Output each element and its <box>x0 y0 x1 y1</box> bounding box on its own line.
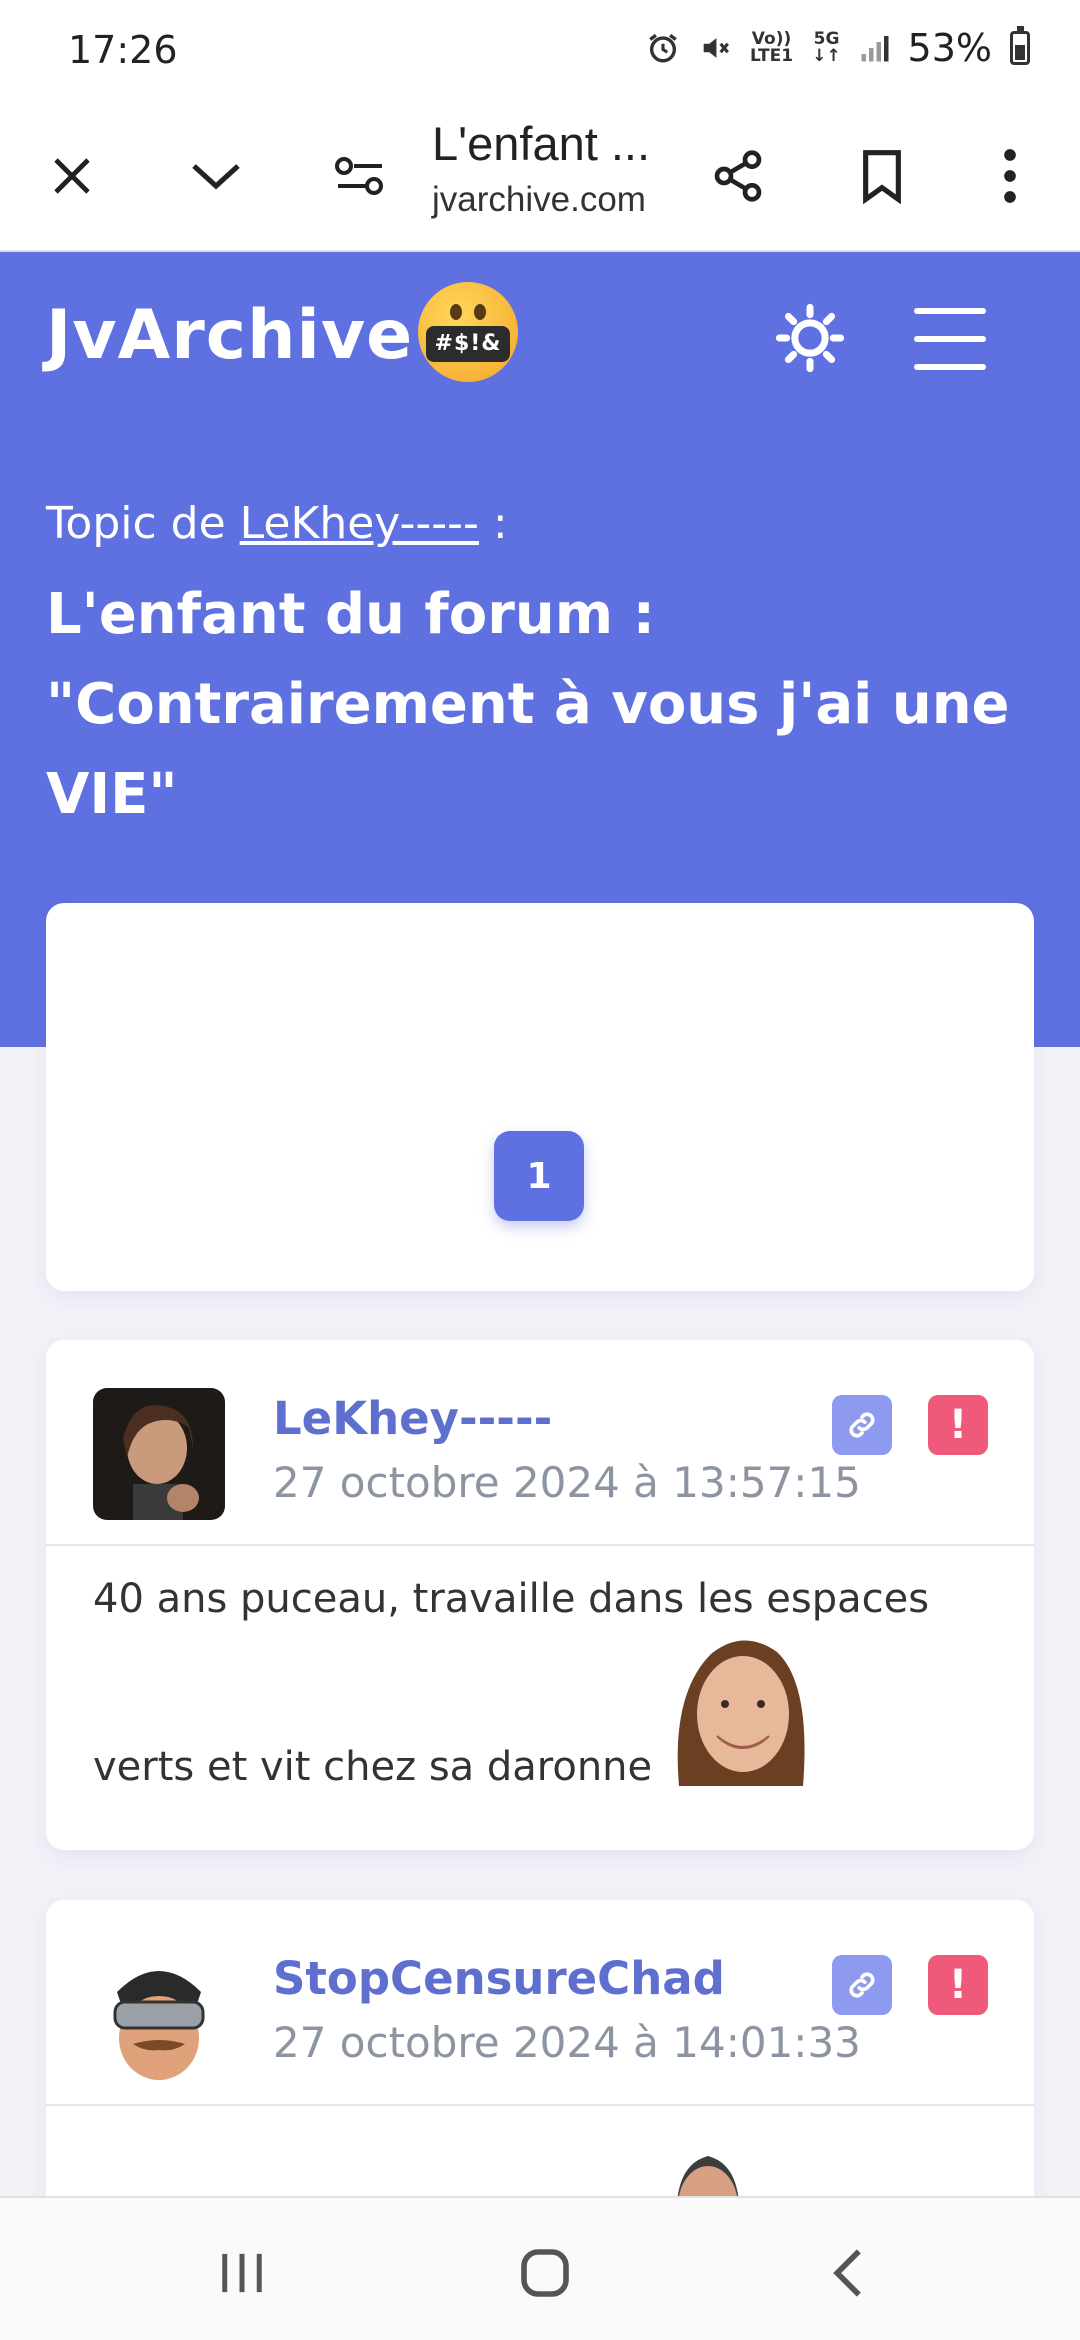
emoji-symbols: #$!& <box>426 326 510 362</box>
minimize-button[interactable] <box>176 136 256 216</box>
more-vert-icon <box>1004 149 1016 203</box>
status-icons: Vo)) LTE1 5G ↓↑ 53% <box>646 26 1030 70</box>
menu-line <box>914 308 986 314</box>
topic-prefix: Topic de <box>46 498 226 549</box>
post-text-line: verts et vit chez sa daronne <box>93 1744 653 1790</box>
bookmark-icon <box>863 150 901 204</box>
close-tab-button[interactable] <box>32 136 112 216</box>
topic-author-link[interactable]: LeKhey----- <box>240 498 479 549</box>
share-icon <box>714 150 762 202</box>
post-card: StopCensureChad 27 octobre 2024 à 14:01:… <box>46 1900 1034 2236</box>
sticker-image <box>661 1634 825 1786</box>
home-button[interactable] <box>505 2238 585 2308</box>
browser-toolbar: L'enfant ... jvarchive.com <box>0 100 1080 252</box>
post-date: 27 octobre 2024 à 13:57:15 <box>273 1458 861 1507</box>
recents-icon <box>222 2253 262 2293</box>
tab-title[interactable]: L'enfant ... <box>432 116 650 171</box>
report-button[interactable]: ! <box>928 1395 988 1455</box>
battery-fill <box>1015 45 1025 60</box>
page-button-current[interactable]: 1 <box>494 1131 584 1221</box>
signal-icon <box>860 33 890 63</box>
more-options-button[interactable] <box>970 136 1050 216</box>
avatar[interactable] <box>93 1388 225 1520</box>
topic-suffix: : <box>478 498 508 549</box>
chevron-down-icon <box>192 164 240 190</box>
avatar[interactable] <box>93 1948 225 2080</box>
post-header: LeKhey----- 27 octobre 2024 à 13:57:15 ! <box>46 1340 1034 1546</box>
link-icon <box>849 1972 875 1998</box>
theme-toggle-button[interactable] <box>770 298 850 378</box>
battery-icon <box>1010 26 1030 65</box>
close-icon <box>54 158 90 194</box>
recent-apps-button[interactable] <box>202 2238 282 2308</box>
battery-percent: 53% <box>907 26 992 70</box>
5g-icon: 5G ↓↑ <box>812 31 842 65</box>
data-arrows-icon: ↓↑ <box>812 46 841 66</box>
hamburger-menu-button[interactable] <box>910 304 990 374</box>
permalink-button[interactable] <box>832 1955 892 2015</box>
menu-line <box>914 364 986 370</box>
home-icon <box>521 2249 569 2297</box>
back-button[interactable] <box>808 2238 888 2308</box>
alarm-icon <box>646 31 680 65</box>
url-bar[interactable]: jvarchive.com <box>432 180 646 220</box>
sun-icon <box>775 303 845 373</box>
emoji-eye-left <box>450 304 462 320</box>
back-icon <box>833 2249 861 2297</box>
swearing-emoji-icon: #$!& <box>418 282 518 382</box>
status-bar: 17:26 Vo)) LTE1 5G ↓↑ 53% <box>0 0 1080 100</box>
post-card: LeKhey----- 27 octobre 2024 à 13:57:15 !… <box>46 1340 1034 1850</box>
system-nav-bar <box>0 2196 1080 2340</box>
post-author[interactable]: StopCensureChad <box>273 1952 725 2005</box>
share-button[interactable] <box>698 136 778 216</box>
permalink-button[interactable] <box>832 1395 892 1455</box>
pagination-card: 1 <box>46 903 1034 1291</box>
post-header: StopCensureChad 27 octobre 2024 à 14:01:… <box>46 1900 1034 2106</box>
tune-icon <box>335 157 383 195</box>
menu-line <box>914 336 986 342</box>
volte-icon: Vo)) LTE1 <box>750 29 794 66</box>
emoji-eye-right <box>474 304 486 320</box>
link-icon <box>849 1412 875 1438</box>
post-author[interactable]: LeKhey----- <box>273 1392 552 1445</box>
report-button[interactable]: ! <box>928 1955 988 2015</box>
bookmark-button[interactable] <box>842 136 922 216</box>
site-logo[interactable]: JvArchive <box>46 296 413 375</box>
status-time: 17:26 <box>68 28 178 72</box>
post-text-line: 40 ans puceau, travaille dans les espace… <box>93 1576 930 1622</box>
mute-icon <box>698 31 732 65</box>
post-date: 27 octobre 2024 à 14:01:33 <box>273 2018 861 2067</box>
topic-title: L'enfant du forum : "Contrairement à vou… <box>46 582 1010 827</box>
site-settings-button[interactable] <box>320 136 400 216</box>
topic-byline: Topic de LeKhey----- : <box>46 498 508 549</box>
